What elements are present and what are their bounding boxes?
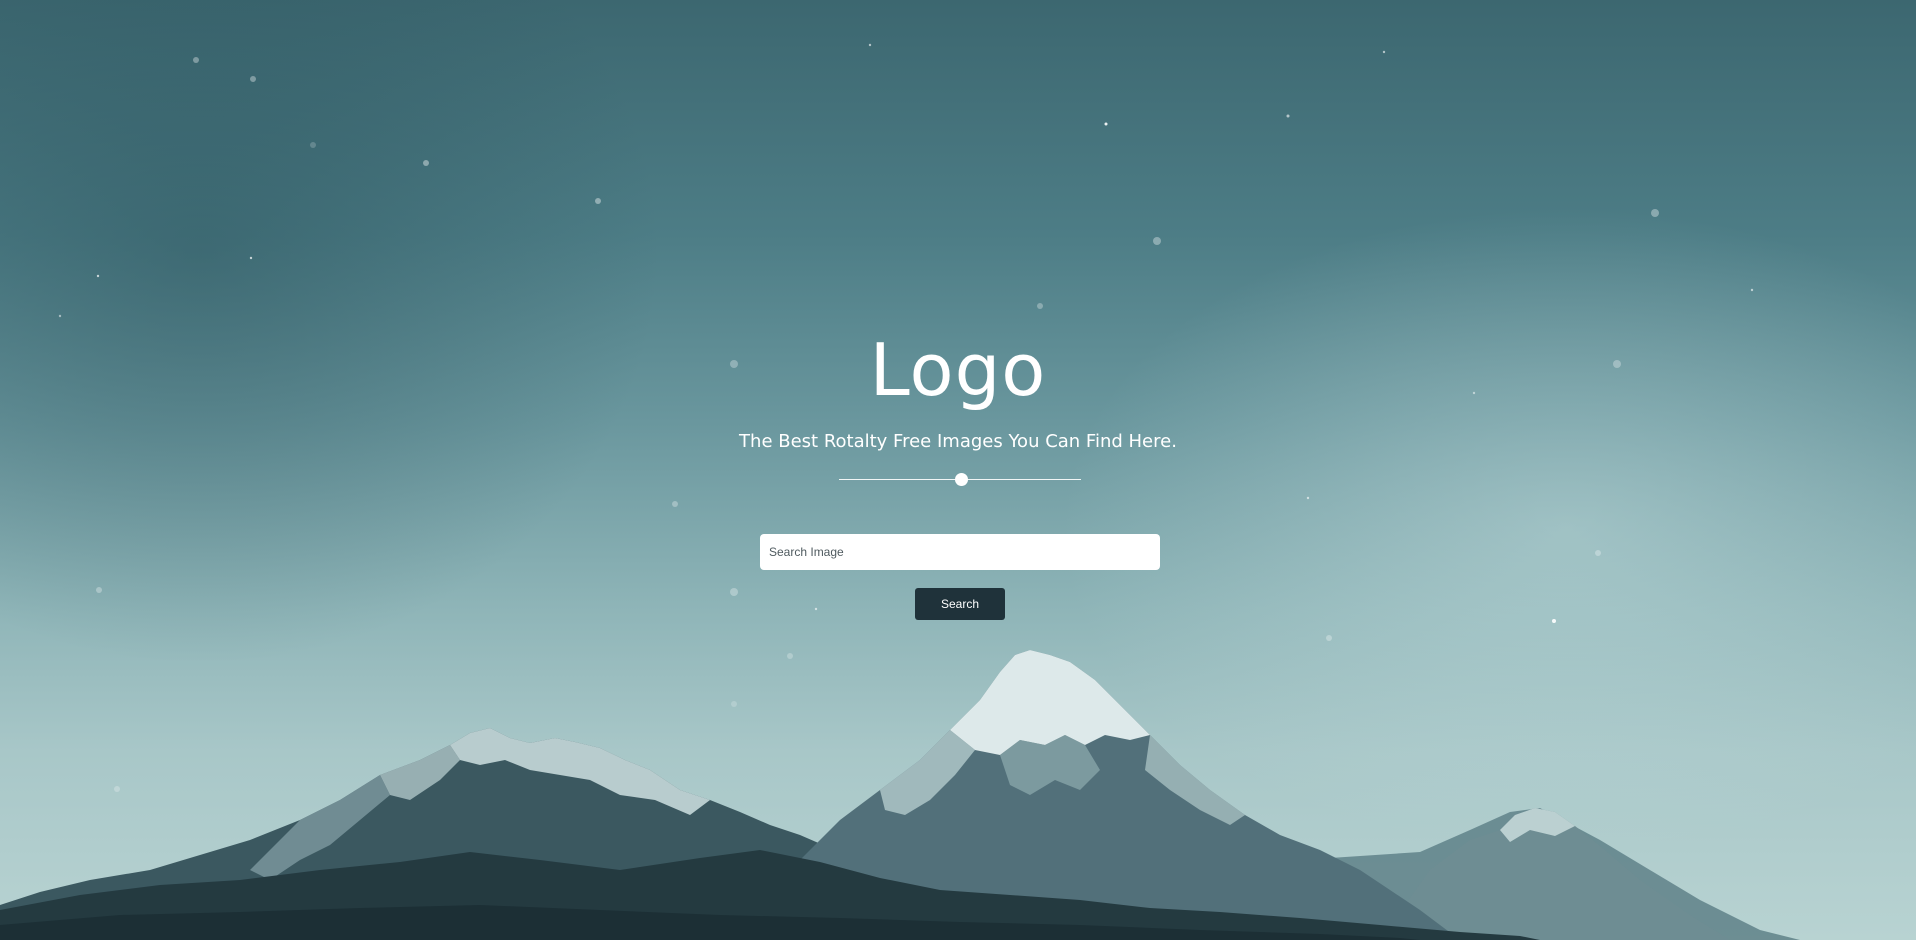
search-button[interactable]: Search — [915, 588, 1005, 620]
hero-content: Logo The Best Rotalty Free Images You Ca… — [0, 0, 1916, 940]
divider-dot — [955, 473, 968, 486]
tagline: The Best Rotalty Free Images You Can Fin… — [739, 431, 1177, 452]
search-input[interactable] — [760, 534, 1160, 570]
site-logo[interactable]: Logo — [0, 330, 1916, 410]
